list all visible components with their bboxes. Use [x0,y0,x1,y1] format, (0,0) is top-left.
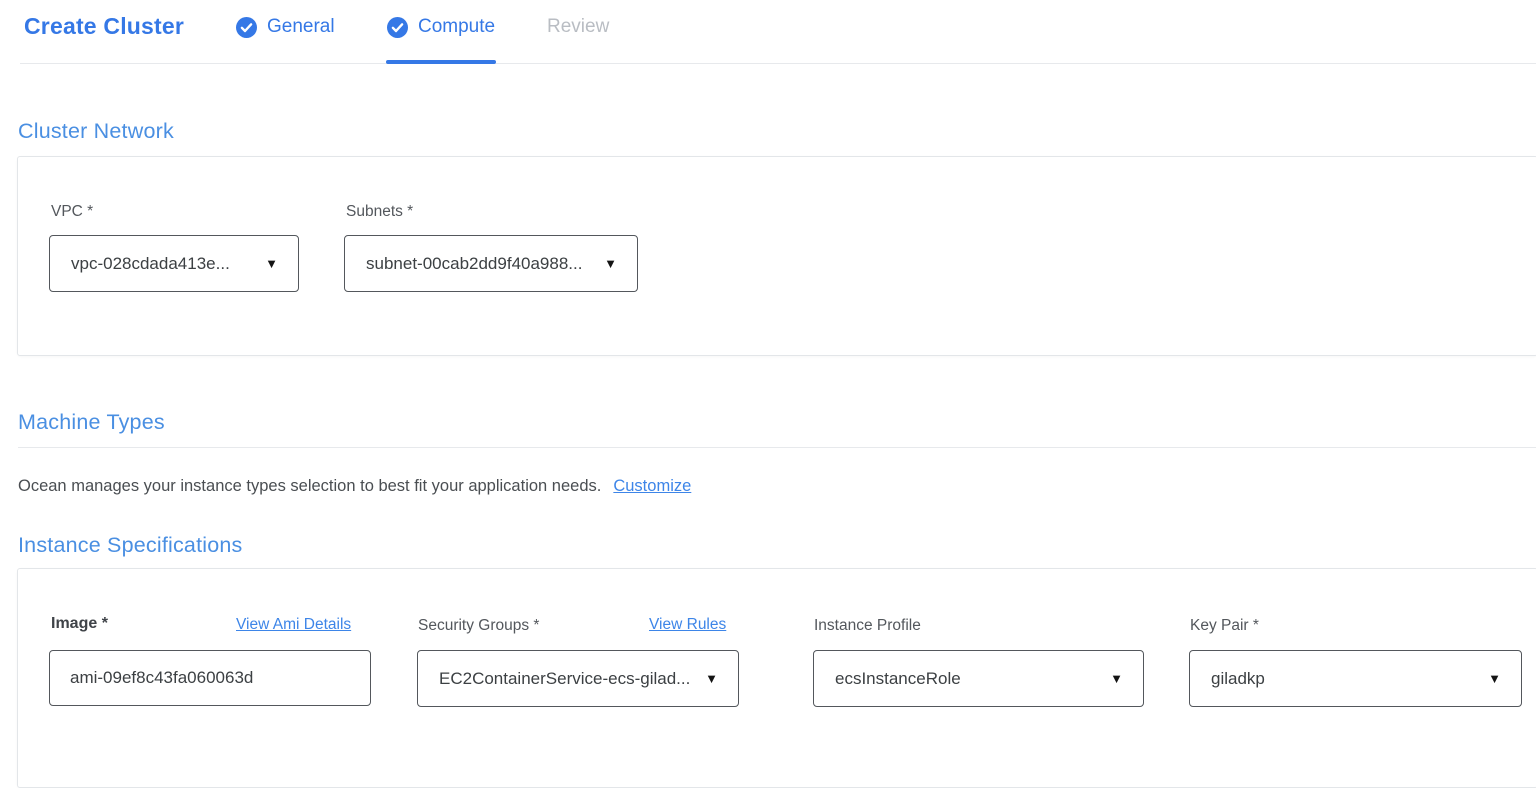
check-circle-icon [236,17,257,38]
caret-down-icon: ▼ [705,671,718,686]
section-heading-instance-specifications: Instance Specifications [18,533,243,558]
header-divider [20,63,1536,64]
caret-down-icon: ▼ [604,256,617,271]
caret-down-icon: ▼ [1488,671,1501,686]
active-tab-underline [386,60,496,64]
tab-general-label: General [267,16,335,38]
instance-profile-selected-value: ecsInstanceRole [835,669,961,689]
view-ami-details-link[interactable]: View Ami Details [236,616,351,634]
instance-profile-select[interactable]: ecsInstanceRole ▼ [813,650,1144,707]
tab-compute-label: Compute [418,16,495,38]
key-pair-selected-value: giladkp [1211,669,1265,689]
section-heading-cluster-network: Cluster Network [18,119,174,144]
view-rules-link[interactable]: View Rules [649,616,726,634]
tab-general[interactable]: General [236,16,335,38]
cluster-network-card: VPC * vpc-028cdada413e... ▼ Subnets * su… [17,156,1536,356]
vpc-select[interactable]: vpc-028cdada413e... ▼ [49,235,299,292]
instance-profile-label: Instance Profile [814,617,921,635]
tab-review[interactable]: Review [547,16,609,38]
vpc-selected-value: vpc-028cdada413e... [71,254,230,274]
tab-review-label: Review [547,16,609,38]
check-circle-icon [387,17,408,38]
subnets-label: Subnets * [346,203,413,221]
security-groups-selected-value: EC2ContainerService-ecs-gilad... [439,669,690,689]
machine-types-description-text: Ocean manages your instance types select… [18,477,601,495]
customize-link[interactable]: Customize [613,477,691,495]
page-title: Create Cluster [24,13,184,40]
image-input[interactable] [49,650,371,706]
machine-types-divider [18,447,1536,448]
key-pair-label: Key Pair * [1190,617,1259,635]
tab-compute[interactable]: Compute [387,16,495,38]
section-heading-machine-types: Machine Types [18,410,165,435]
security-groups-label: Security Groups * [418,617,539,635]
caret-down-icon: ▼ [1110,671,1123,686]
subnets-selected-value: subnet-00cab2dd9f40a988... [366,254,582,274]
caret-down-icon: ▼ [265,256,278,271]
instance-specifications-card: Image * View Ami Details Security Groups… [17,568,1536,788]
security-groups-select[interactable]: EC2ContainerService-ecs-gilad... ▼ [417,650,739,707]
machine-types-description: Ocean manages your instance types select… [18,477,691,496]
vpc-label: VPC * [51,203,93,221]
image-label: Image * [51,615,108,633]
subnets-select[interactable]: subnet-00cab2dd9f40a988... ▼ [344,235,638,292]
key-pair-select[interactable]: giladkp ▼ [1189,650,1522,707]
